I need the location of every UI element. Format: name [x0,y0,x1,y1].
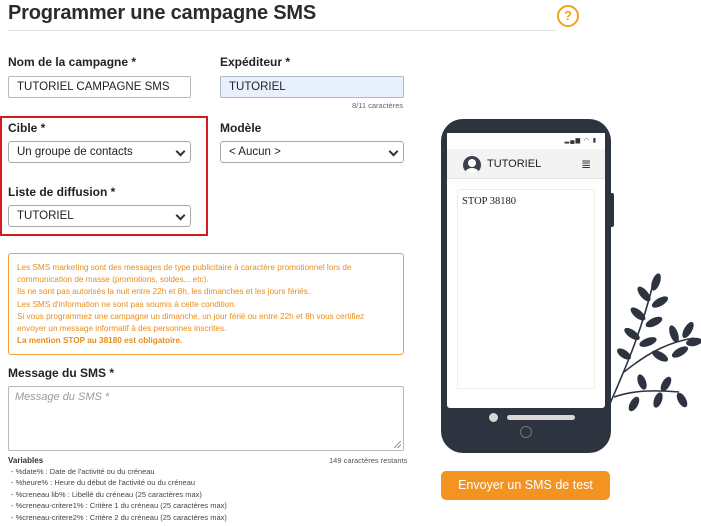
status-icons: ▂▄▆ ◠ ▮ [564,138,597,144]
avatar-icon [463,156,481,174]
variable-item: - %creneau-critere2% : Critère 2 du crén… [11,512,227,522]
message-placeholder: Message du SMS * [15,391,110,403]
resize-handle-icon[interactable] [394,441,401,448]
target-select-value: Un groupe de contacts [17,146,133,158]
phone-message-bubble: STOP 38180 [457,189,595,389]
message-textarea[interactable]: Message du SMS * [8,386,404,451]
phone-message-text: STOP 38180 [462,196,516,207]
variable-item: - %date% : Date de l'activité ou du crén… [11,467,155,476]
info-line: Si vous programmez une campagne un diman… [17,311,365,334]
message-label: Message du SMS * [8,366,115,380]
campaign-page: Programmer une campagne SMS ? Nom de la … [0,0,701,526]
page-title: Programmer une campagne SMS [8,2,317,24]
message-remaining-counter: 149 caractères restants [329,456,408,465]
phone-sender-name: TUTORIEL [487,158,542,170]
template-select-value: < Aucun > [229,146,281,158]
info-line: Les SMS d'information ne sont pas soumis… [17,299,237,309]
help-icon[interactable]: ? [557,5,579,27]
distribution-list-label: Liste de diffusion * [8,185,116,199]
phone-preview: ▂▄▆ ◠ ▮ TUTORIEL ≣ STOP 38180 [441,119,614,453]
phone-input-bar [507,415,575,420]
send-test-sms-button[interactable]: Envoyer un SMS de test [441,471,610,500]
variable-item: - %creneau-critere1% : Critère 1 du crén… [11,501,227,511]
variables-list: - %date% : Date de l'activité ou du crén… [11,466,227,523]
phone-status-bar: ▂▄▆ ◠ ▮ [447,133,605,149]
info-line: Ils ne sont pas autorisés la nuit entre … [17,287,311,297]
phone-side-button [611,193,614,227]
sender-char-counter: 8/11 caractères [352,101,404,110]
chevron-down-icon [388,146,399,157]
distribution-list-value: TUTORIEL [17,210,74,222]
info-stop-mention: La mention STOP au 38180 est obligatoire… [17,336,183,346]
campaign-name-label: Nom de la campagne * [8,55,137,69]
sender-label: Expéditeur * [220,55,291,69]
variables-title: Variables [8,456,44,465]
phone-screen: ▂▄▆ ◠ ▮ TUTORIEL ≣ STOP 38180 [447,133,605,422]
chevron-down-icon [175,146,186,157]
campaign-name-input[interactable]: TUTORIEL CAMPAGNE SMS [8,76,191,98]
info-line: Les SMS marketing sont des messages de t… [17,263,352,285]
variable-item: - %heure% : Heure du début de l'activité… [11,478,196,488]
chevron-down-icon [175,210,186,221]
phone-conversation-header: TUTORIEL ≣ [447,149,605,179]
phone-input-dot [489,413,498,422]
sms-marketing-info-box: Les SMS marketing sont des messages de t… [8,253,404,355]
target-select[interactable]: Un groupe de contacts [8,141,191,163]
distribution-list-select[interactable]: TUTORIEL [8,205,191,227]
target-label: Cible * [8,121,46,135]
title-divider [8,30,557,31]
menu-icon: ≣ [580,157,591,171]
sender-input[interactable]: TUTORIEL [220,76,404,98]
phone-home-button-icon [520,426,532,438]
variable-item: - %creneau lib% : Libellé du créneau (25… [11,489,202,499]
template-select[interactable]: < Aucun > [220,141,404,163]
template-label: Modèle [220,121,262,135]
